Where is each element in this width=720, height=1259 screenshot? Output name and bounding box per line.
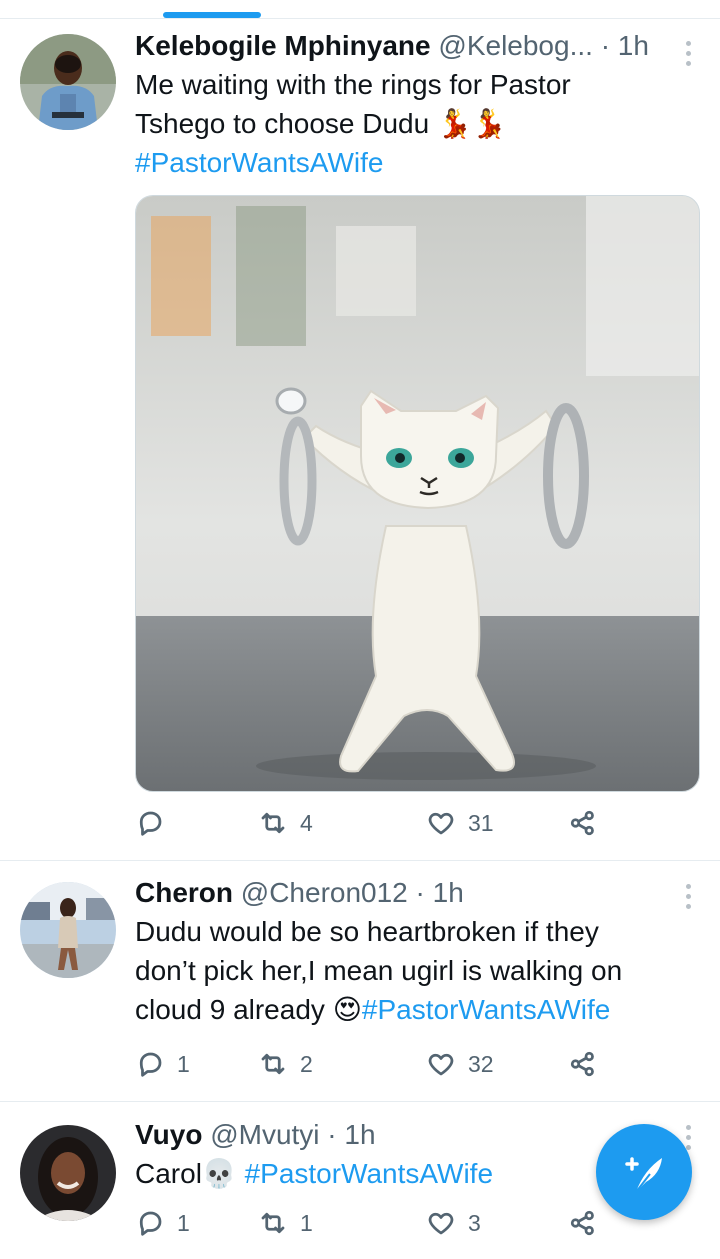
skull-emoji: 💀 (201, 1158, 237, 1189)
dancer-emoji: 💃💃 (437, 108, 507, 139)
tweet-actions: 1 2 32 (135, 1049, 615, 1089)
more-vertical-icon[interactable] (686, 41, 692, 66)
retweet-icon (261, 812, 285, 834)
hashtag-link[interactable]: #PastorWantsAWife (135, 143, 680, 182)
tweet-2[interactable]: Cheron @Cheron012 · 1h Dudu would be so … (0, 862, 720, 1102)
tweet-text-line: Dudu would be so heartbroken if they (135, 916, 599, 947)
author-name[interactable]: Cheron (135, 877, 233, 908)
tweet-text-line: cloud 9 already (135, 994, 333, 1025)
like-count: 3 (468, 1209, 481, 1236)
tweet-image[interactable] (135, 195, 700, 792)
author-handle-time: @Mvutyi · 1h (210, 1119, 376, 1150)
more-vertical-icon[interactable] (686, 884, 692, 909)
compose-tweet-icon (625, 1157, 662, 1193)
compose-tweet-button[interactable] (596, 1124, 692, 1220)
share-icon (570, 1051, 594, 1077)
retweet-icon (261, 1212, 285, 1234)
tweet-text-line: Tshego to choose Dudu (135, 108, 430, 139)
retweet-icon (261, 1053, 285, 1075)
tweet-actions: 4 31 (135, 808, 615, 848)
hashtag-link[interactable]: #PastorWantsAWife (237, 1158, 493, 1189)
retweet-count: 1 (300, 1209, 313, 1236)
hashtag-link[interactable]: #PastorWantsAWife (362, 994, 610, 1025)
retweet-count: 4 (300, 809, 313, 836)
like-button[interactable]: 3 (426, 1208, 481, 1238)
like-button[interactable]: 31 (426, 808, 494, 838)
heart-icon (428, 1053, 454, 1076)
share-icon (570, 1210, 594, 1236)
reply-icon (139, 1211, 162, 1236)
tweet-text-line: Carol (135, 1158, 202, 1189)
retweet-button[interactable]: 2 (258, 1049, 313, 1079)
avatar-cheron[interactable] (20, 882, 116, 978)
share-icon (570, 810, 594, 836)
heart-icon (428, 812, 454, 835)
like-count: 32 (468, 1050, 494, 1077)
tweet-divider (0, 1101, 720, 1102)
reply-button[interactable]: 1 (135, 1208, 190, 1238)
reply-icon (139, 1052, 162, 1077)
retweet-button[interactable]: 4 (258, 808, 313, 838)
retweet-button[interactable]: 1 (258, 1208, 313, 1238)
reply-button[interactable]: 1 (135, 1049, 190, 1079)
reply-button[interactable] (135, 808, 177, 838)
tweet-text: Me waiting with the rings for Pastor Tsh… (135, 65, 680, 182)
share-button[interactable] (568, 808, 598, 838)
avatar-vuyo[interactable] (20, 1125, 116, 1221)
retweet-count: 2 (300, 1050, 313, 1077)
reply-count: 1 (177, 1050, 190, 1077)
author-name[interactable]: Kelebogile Mphinyane (135, 30, 431, 61)
tweet-header: Cheron @Cheron012 · 1h (135, 876, 680, 910)
author-name[interactable]: Vuyo (135, 1119, 202, 1150)
author-handle-time: @Cheron012 · 1h (240, 877, 464, 908)
avatar-kelebogile[interactable] (20, 34, 116, 130)
heart-icon (428, 1212, 454, 1235)
tweet-text: Dudu would be so heartbroken if they don… (135, 912, 680, 1029)
like-count: 31 (468, 809, 494, 836)
tweet-text-line: don’t pick her,I mean ugirl is walking o… (135, 955, 623, 986)
tweet-text-line: Me waiting with the rings for Pastor (135, 69, 571, 100)
author-handle-time: @Kelebog... · 1h (438, 30, 649, 61)
reply-count: 1 (177, 1209, 190, 1236)
tweet-divider (0, 860, 720, 861)
share-button[interactable] (568, 1049, 598, 1079)
share-button[interactable] (568, 1208, 598, 1238)
like-button[interactable]: 32 (426, 1049, 494, 1079)
reply-icon (139, 811, 162, 836)
tweet-1[interactable]: Kelebogile Mphinyane @Kelebog... · 1h Me… (0, 19, 720, 861)
heart-eyes-emoji: 😍 (332, 994, 362, 1025)
tweet-header: Kelebogile Mphinyane @Kelebog... · 1h (135, 29, 680, 63)
tweet-actions: 1 1 3 (135, 1208, 615, 1248)
